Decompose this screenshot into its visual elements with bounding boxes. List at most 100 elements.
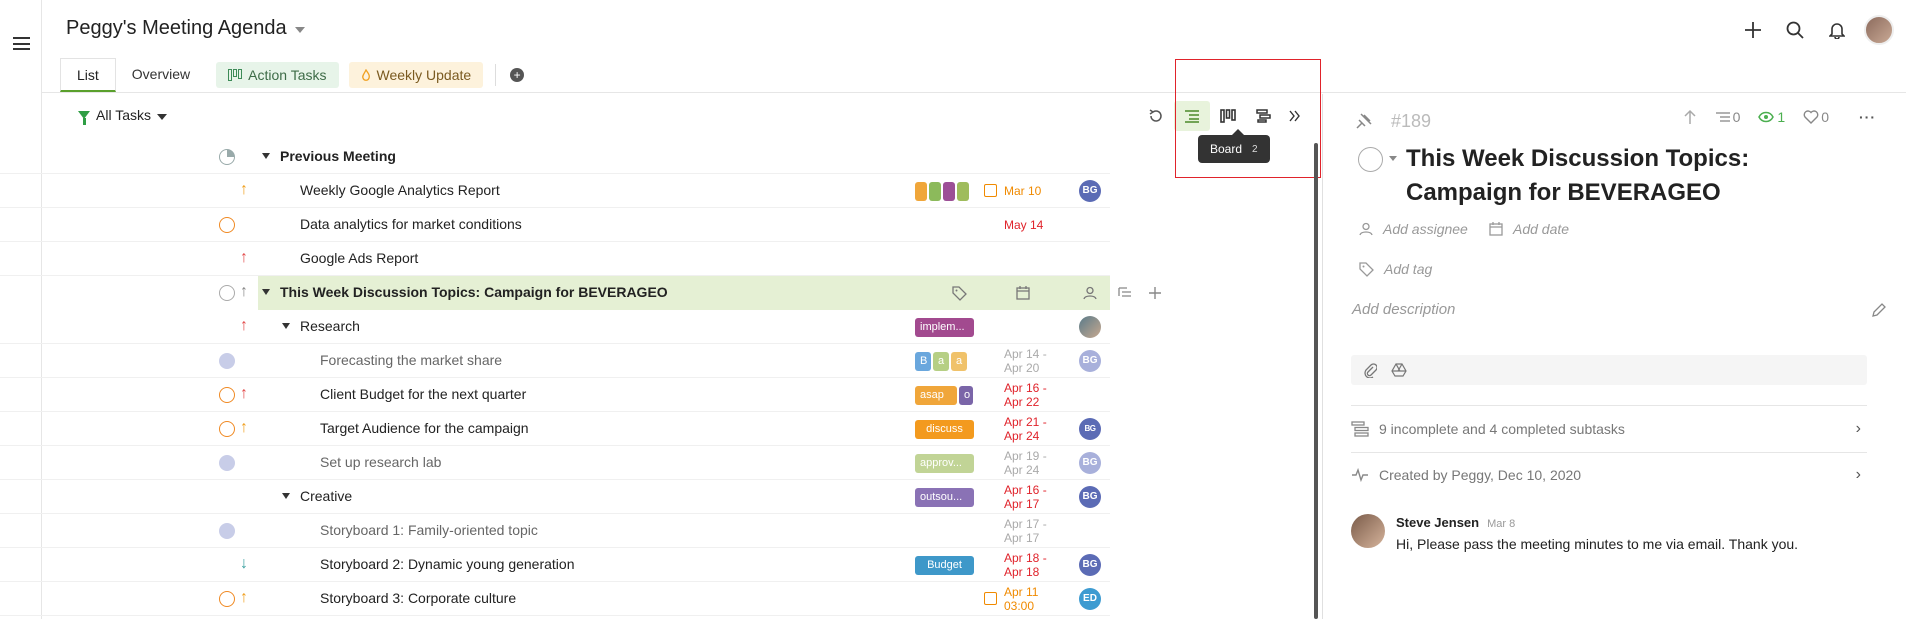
task-row[interactable]: ↓ Storyboard 2: Dynamic young generation… <box>0 548 1110 582</box>
assignee-avatar[interactable]: ED <box>1079 588 1101 610</box>
tag-chip[interactable]: B <box>915 352 931 371</box>
subtasks-summary[interactable]: 9 incomplete and 4 completed subtasks › <box>1351 407 1867 451</box>
avatar[interactable] <box>1351 514 1385 548</box>
tag-chip[interactable]: discuss <box>915 420 974 439</box>
status-circle-icon[interactable] <box>219 149 235 165</box>
task-title[interactable]: Storyboard 2: Dynamic young generation <box>320 556 574 572</box>
add-tab-icon[interactable]: + <box>510 68 525 82</box>
tag-chip[interactable]: Budget <box>915 556 974 575</box>
task-subgroup-row[interactable]: ↑ Research implem... <box>0 310 1110 344</box>
task-row[interactable]: ↑ Weekly Google Analytics Report Mar 10 … <box>0 174 1110 208</box>
task-row[interactable]: Set up research lab approv... Apr 19 - A… <box>0 446 1110 480</box>
task-title[interactable]: Research <box>300 318 360 334</box>
calendar-icon[interactable] <box>1016 286 1030 300</box>
more-options-icon[interactable]: ··· <box>1859 109 1876 125</box>
add-subtask-icon[interactable] <box>1118 286 1132 299</box>
priority-up-icon[interactable]: ↑ <box>240 589 248 607</box>
chevron-down-icon[interactable] <box>294 27 305 33</box>
priority-up-icon[interactable]: ↑ <box>240 283 248 301</box>
collapse-triangle-icon[interactable] <box>282 493 290 499</box>
task-title[interactable]: Storyboard 1: Family-oriented topic <box>320 522 538 538</box>
task-tags[interactable]: asap o <box>915 386 973 405</box>
paperclip-icon[interactable] <box>1363 362 1377 378</box>
task-row[interactable]: ↑ Storyboard 3: Corporate culture Apr 11… <box>0 582 1110 616</box>
tag-chip[interactable]: o <box>959 386 973 405</box>
priority-up-icon[interactable]: ↑ <box>240 249 248 267</box>
task-date[interactable]: Apr 19 - Apr 24 <box>1004 449 1047 477</box>
task-date[interactable]: Apr 16 - Apr 22 <box>1004 381 1047 409</box>
task-tags[interactable]: outsou... <box>915 488 974 507</box>
task-date[interactable]: Apr 11 03:00 <box>1004 585 1038 613</box>
task-title[interactable]: Previous Meeting <box>280 148 396 164</box>
status-circle-icon[interactable] <box>219 523 235 539</box>
watchers-count[interactable]: 1 <box>1758 109 1785 125</box>
task-title[interactable]: Set up research lab <box>320 454 441 470</box>
tag-chip[interactable]: asap <box>915 386 957 405</box>
task-tags[interactable] <box>915 182 969 201</box>
task-row[interactable]: ↑ Client Budget for the next quarter asa… <box>0 378 1110 412</box>
task-date[interactable]: Apr 18 - Apr 18 <box>1004 551 1047 579</box>
status-circle-icon[interactable] <box>219 591 235 607</box>
add-tag[interactable]: Add tag <box>1359 261 1432 277</box>
task-group-row[interactable]: Previous Meeting <box>0 140 1110 174</box>
tab-overview[interactable]: Overview <box>116 58 206 92</box>
priority-up-icon[interactable]: ↑ <box>240 317 248 335</box>
tag-icon[interactable] <box>952 286 967 301</box>
status-circle-icon[interactable] <box>219 455 235 471</box>
add-button[interactable] <box>1732 0 1774 60</box>
task-row[interactable]: Storyboard 1: Family-oriented topic Apr … <box>0 514 1110 548</box>
status-circle-icon[interactable] <box>219 421 235 437</box>
filter-dropdown[interactable]: All Tasks <box>78 107 167 125</box>
attachments-bar[interactable] <box>1351 355 1867 385</box>
task-title[interactable]: Storyboard 3: Corporate culture <box>320 590 516 606</box>
task-group-row-selected[interactable]: ↑ This Week Discussion Topics: Campaign … <box>0 276 1161 310</box>
status-circle-icon[interactable] <box>219 353 235 369</box>
add-description[interactable]: Add description <box>1352 301 1455 318</box>
task-tags[interactable]: Budget <box>915 556 974 575</box>
task-date[interactable]: Apr 16 - Apr 17 <box>1004 483 1047 511</box>
task-title[interactable]: Weekly Google Analytics Report <box>300 182 500 198</box>
task-title[interactable]: Google Ads Report <box>300 250 418 266</box>
search-button[interactable] <box>1774 0 1816 60</box>
add-date[interactable]: Add date <box>1489 221 1569 237</box>
task-tags[interactable]: approv... <box>915 454 974 473</box>
edit-pencil-icon[interactable] <box>1871 302 1887 318</box>
task-title[interactable]: Client Budget for the next quarter <box>320 386 526 402</box>
task-title[interactable]: Creative <box>300 488 352 504</box>
list-scrollbar[interactable] <box>1314 143 1318 619</box>
task-title[interactable]: Data analytics for market conditions <box>300 216 522 232</box>
tag-chip[interactable]: a <box>951 352 967 371</box>
task-title[interactable]: Target Audience for the campaign <box>320 420 529 436</box>
priority-down-icon[interactable]: ↓ <box>240 555 248 573</box>
google-drive-icon[interactable] <box>1391 363 1407 377</box>
pin-icon[interactable] <box>1355 112 1373 130</box>
priority-up-icon[interactable]: ↑ <box>240 385 248 403</box>
task-title[interactable]: Forecasting the market share <box>320 352 502 368</box>
tag-chip[interactable]: a <box>933 352 949 371</box>
task-row[interactable]: Forecasting the market share B a a Apr 1… <box>0 344 1110 378</box>
assignee-avatar[interactable]: BG <box>1079 180 1101 202</box>
tab-weekly-update[interactable]: Weekly Update <box>348 62 484 88</box>
task-tags[interactable]: discuss <box>915 420 974 439</box>
status-circle-icon[interactable] <box>1358 147 1383 172</box>
likes-count[interactable]: 0 <box>1803 109 1829 125</box>
task-date[interactable]: Apr 17 - Apr 17 <box>1004 517 1047 545</box>
assignee-avatar[interactable]: BG <box>1079 554 1101 576</box>
task-date[interactable]: Apr 14 - Apr 20 <box>1004 347 1047 375</box>
tag-chip[interactable] <box>929 182 941 201</box>
tag-chip[interactable] <box>957 182 969 201</box>
task-row[interactable]: Data analytics for market conditions May… <box>0 208 1110 242</box>
assignee-avatar[interactable]: BG <box>1079 350 1101 372</box>
tag-chip[interactable] <box>943 182 955 201</box>
notifications-button[interactable] <box>1816 0 1858 60</box>
collapse-triangle-icon[interactable] <box>262 289 270 295</box>
tag-chip[interactable]: approv... <box>915 454 974 473</box>
tab-list[interactable]: List <box>60 58 116 92</box>
arrow-up-icon[interactable] <box>1683 109 1697 125</box>
tag-chip[interactable]: implem... <box>915 318 974 337</box>
assignee-avatar[interactable]: BG <box>1079 452 1101 474</box>
tag-chip[interactable] <box>915 182 927 201</box>
collapse-triangle-icon[interactable] <box>262 153 270 159</box>
project-title[interactable]: Peggy's Meeting Agenda <box>66 17 305 40</box>
status-circle-icon[interactable] <box>219 217 235 233</box>
